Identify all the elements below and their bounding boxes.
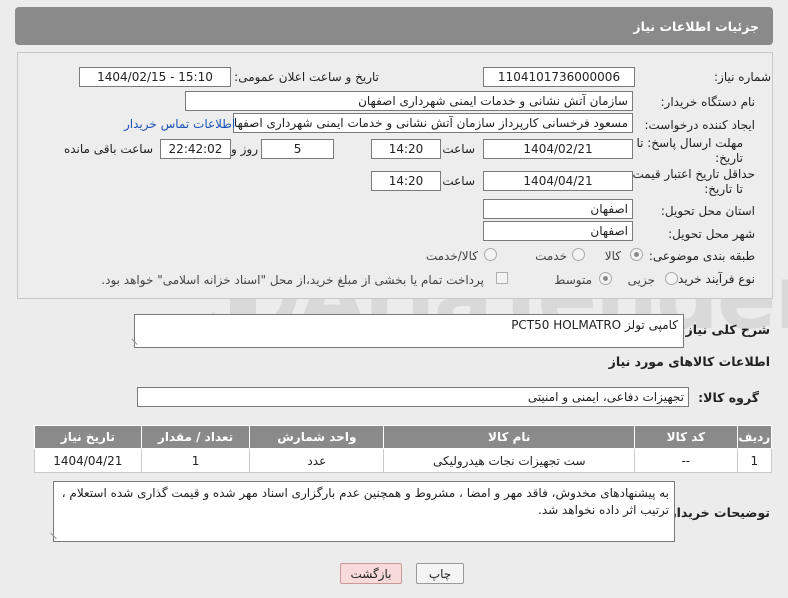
buyer-org-field[interactable]: سازمان آتش نشانی و خدمات ایمنی شهرداری ا…	[185, 91, 633, 111]
price-validity-label-line2: تا تاریخ:	[704, 182, 743, 196]
category-service-radio[interactable]	[572, 248, 585, 264]
goods-group-field[interactable]: تجهیزات دفاعی، ایمنی و امنیتی	[137, 387, 689, 407]
col-quantity: تعداد / مقدار	[140, 425, 251, 449]
days-label: روز و	[231, 142, 258, 156]
category-goods-radio[interactable]	[630, 248, 643, 264]
city-label: شهر محل تحویل:	[668, 227, 755, 241]
table-row[interactable]: 1 -- ست تجهیزات نجات هیدرولیکی عدد 1 140…	[34, 448, 773, 473]
process-medium-label: متوسط	[554, 273, 592, 287]
contact-buyer-link[interactable]: اطلاعات تماس خریدار	[124, 117, 235, 131]
deadline-time-label: ساعت	[442, 142, 475, 156]
summary-label: شرح کلی نیاز:	[680, 322, 770, 337]
creator-field[interactable]: مسعود فرخسانی کارپرداز سازمان آتش نشانی …	[233, 113, 633, 133]
announce-label: تاریخ و ساعت اعلان عمومی:	[234, 70, 379, 84]
process-minor-radio[interactable]	[665, 272, 678, 288]
price-validity-date-field[interactable]: 1404/04/21	[483, 171, 633, 191]
process-medium-radio[interactable]	[599, 272, 612, 288]
radio-icon	[665, 272, 678, 285]
col-need-date: تاریخ نیاز	[34, 425, 142, 449]
price-validity-time-field[interactable]: 14:20	[371, 171, 441, 191]
city-field[interactable]: اصفهان	[483, 221, 633, 241]
days-field[interactable]: 5	[261, 139, 334, 159]
creator-label: ایجاد کننده درخواست:	[644, 118, 755, 132]
province-label: استان محل تحویل:	[660, 204, 755, 218]
items-table: ردیف کد کالا نام کالا واحد شمارش تعداد /…	[34, 425, 773, 473]
need-number-label: شماره نیاز:	[714, 70, 771, 84]
price-validity-label-line1: حداقل تاریخ اعتبار قیمت:	[628, 167, 755, 181]
category-both-radio[interactable]	[484, 248, 497, 264]
price-validity-time-label: ساعت	[442, 174, 475, 188]
summary-field[interactable]: کامپی تولز PCT50 HOLMATRO	[131, 314, 684, 348]
remaining-time-field[interactable]: 22:42:02	[160, 139, 231, 159]
radio-icon	[484, 248, 497, 261]
treasury-payment-note: پرداخت تمام یا بخشی از مبلغ خرید،از محل …	[101, 273, 484, 287]
buyer-notes-field[interactable]: به پیشنهادهای مخدوش، فاقد مهر و امضا ، م…	[50, 481, 675, 542]
checkbox-icon	[496, 272, 508, 284]
radio-icon	[572, 248, 585, 261]
page-header: جزئيات اطلاعات نياز	[15, 7, 773, 45]
category-service-label: خدمت	[535, 249, 567, 263]
page-title: جزئيات اطلاعات نياز	[633, 18, 759, 34]
announce-field[interactable]: 1404/02/15 - 15:10	[79, 67, 231, 87]
treasury-payment-checkbox[interactable]	[496, 272, 508, 287]
col-item-code: کد کالا	[634, 425, 738, 449]
deadline-time-field[interactable]: 14:20	[371, 139, 441, 159]
resize-handle-icon[interactable]	[50, 527, 62, 539]
resize-handle-icon[interactable]	[131, 333, 143, 345]
province-field[interactable]: اصفهان	[483, 199, 633, 219]
cell-quantity: 1	[140, 448, 251, 473]
deadline-date-field[interactable]: 1404/02/21	[483, 139, 633, 159]
need-number-field[interactable]: 1104101736000006	[483, 67, 635, 87]
items-table-wrapper: ردیف کد کالا نام کالا واحد شمارش تعداد /…	[34, 425, 773, 473]
cell-item-name: ست تجهیزات نجات هیدرولیکی	[383, 448, 636, 473]
process-type-label: نوع فرآیند خرید :	[670, 272, 755, 286]
summary-text: کامپی تولز PCT50 HOLMATRO	[511, 318, 678, 332]
goods-section-title: اطلاعات کالاهای مورد نیاز	[608, 354, 770, 369]
radio-selected-icon	[599, 272, 612, 285]
deadline-label-line1: مهلت ارسال پاسخ: تا	[636, 136, 743, 150]
cell-row-number: 1	[736, 448, 773, 473]
items-table-header-row: ردیف کد کالا نام کالا واحد شمارش تعداد /…	[34, 425, 773, 449]
remaining-label: ساعت باقی مانده	[63, 142, 153, 156]
print-button[interactable]: چاپ	[416, 563, 464, 584]
col-unit: واحد شمارش	[249, 425, 385, 449]
col-row-number: ردیف	[736, 425, 773, 449]
cell-item-code: --	[634, 448, 738, 473]
buyer-notes-text: به پیشنهادهای مخدوش، فاقد مهر و امضا ، م…	[61, 486, 669, 517]
cell-need-date: 1404/04/21	[34, 448, 142, 473]
back-button[interactable]: بازگشت	[340, 563, 402, 584]
category-label: طبقه بندی موضوعی:	[648, 249, 755, 263]
cell-unit: عدد	[249, 448, 385, 473]
deadline-label-line2: تاریخ:	[715, 151, 743, 165]
category-goods-label: کالا	[604, 249, 621, 263]
goods-group-label: گروه کالا:	[698, 390, 759, 405]
radio-selected-icon	[630, 248, 643, 261]
col-item-name: نام کالا	[383, 425, 636, 449]
process-minor-label: جزیی	[627, 273, 655, 287]
buyer-notes-label: توضیحات خریدار:	[664, 505, 770, 520]
buyer-org-label: نام دستگاه خریدار:	[660, 95, 756, 109]
category-both-label: کالا/خدمت	[425, 249, 478, 263]
